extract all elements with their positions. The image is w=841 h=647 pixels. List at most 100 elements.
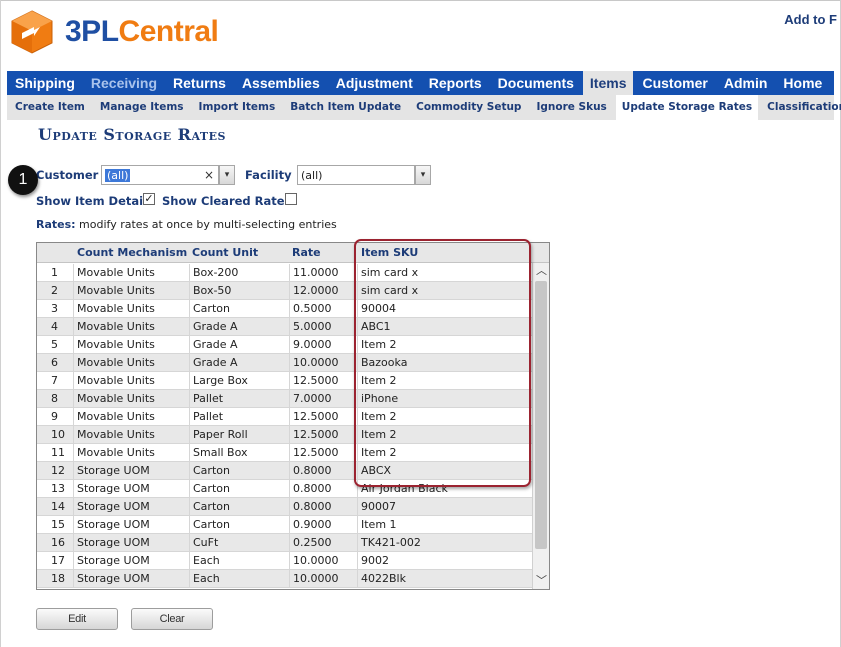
count-unit-cell: Grade A [189, 336, 289, 354]
brand-wordmark: 3PLCentral [65, 15, 219, 49]
scroll-down-icon[interactable]: ﹀ [534, 573, 549, 589]
row-number-cell: 3 [51, 302, 58, 315]
rate-cell: 5.0000 [289, 318, 357, 336]
subnav-update-storage-rates[interactable]: Update Storage Rates [615, 95, 759, 120]
table-row[interactable]: 2 Movable Units Box-50 12.0000 sim card x [37, 282, 532, 300]
table-row[interactable]: 1 Movable Units Box-200 11.0000 sim card x [37, 264, 532, 282]
rate-cell: 7.0000 [289, 390, 357, 408]
rate-cell: 0.2500 [289, 534, 357, 552]
brand-logo[interactable]: 3PLCentral [9, 9, 219, 55]
table-row[interactable]: 17 Storage UOM Each 10.0000 9002 [37, 552, 532, 570]
item-sku-cell: Item 1 [357, 516, 532, 534]
row-number-cell: 17 [51, 554, 65, 567]
count-mechanism-cell: Movable Units [73, 336, 189, 354]
nav-adjustment[interactable]: Adjustment [336, 71, 413, 95]
count-mechanism-cell: Movable Units [73, 300, 189, 318]
nav-customer[interactable]: Customer [642, 71, 707, 95]
column-header-item-sku[interactable]: Item SKU [361, 243, 418, 263]
count-mechanism-cell: Movable Units [73, 426, 189, 444]
table-row[interactable]: 13 Storage UOM Carton 0.8000 Air Jordan Blac… [37, 480, 532, 498]
rates-hint-text: modify rates at once by multi-selecting … [75, 218, 337, 231]
rate-cell: 10.0000 [289, 570, 357, 588]
count-mechanism-cell: Movable Units [73, 318, 189, 336]
table-row[interactable]: 9 Movable Units Pallet 12.5000 Item 2 [37, 408, 532, 426]
customer-dropdown-button[interactable]: ▾ [219, 165, 235, 185]
subnav-manage-items[interactable]: Manage Items [100, 95, 184, 120]
rate-cell: 0.8000 [289, 480, 357, 498]
table-row[interactable]: 5 Movable Units Grade A 9.0000 Item 2 [37, 336, 532, 354]
table-row[interactable]: 12 Storage UOM Carton 0.8000 ABCX [37, 462, 532, 480]
sub-nav: Create Item Manage Items Import Items Ba… [7, 95, 841, 120]
rates-hint: Rates: modify rates at once by multi-sel… [36, 218, 337, 231]
customer-select-value: (all) [105, 169, 131, 182]
count-mechanism-cell: Storage UOM [73, 534, 189, 552]
table-row[interactable]: 8 Movable Units Pallet 7.0000 iPhone [37, 390, 532, 408]
nav-assemblies[interactable]: Assemblies [242, 71, 320, 95]
count-mechanism-cell: Storage UOM [73, 498, 189, 516]
nav-returns[interactable]: Returns [173, 71, 226, 95]
customer-select[interactable]: (all) × [101, 165, 219, 185]
subnav-batch-item-update[interactable]: Batch Item Update [290, 95, 401, 120]
rate-cell: 11.0000 [289, 264, 357, 282]
table-row[interactable]: 16 Storage UOM CuFt 0.2500 TK421-002 [37, 534, 532, 552]
column-header-count-mechanism[interactable]: Count Mechanism [77, 243, 187, 263]
add-to-favorites-link[interactable]: Add to F [784, 12, 837, 27]
table-row[interactable]: 11 Movable Units Small Box 12.5000 Item 2 [37, 444, 532, 462]
count-mechanism-cell: Storage UOM [73, 516, 189, 534]
table-row[interactable]: 3 Movable Units Carton 0.5000 90004 [37, 300, 532, 318]
rate-cell: 12.5000 [289, 372, 357, 390]
subnav-commodity-setup[interactable]: Commodity Setup [416, 95, 521, 120]
clear-button[interactable]: Clear [131, 608, 213, 630]
row-number-cell: 8 [51, 392, 58, 405]
table-row[interactable]: 18 Storage UOM Each 10.0000 4022Blk [37, 570, 532, 588]
nav-home[interactable]: Home [783, 71, 822, 95]
facility-select-value: (all) [301, 169, 323, 182]
item-sku-cell: Item 2 [357, 444, 532, 462]
subnav-create-item[interactable]: Create Item [15, 95, 85, 120]
item-sku-cell: sim card x [357, 264, 532, 282]
subnav-import-items[interactable]: Import Items [199, 95, 276, 120]
table-row[interactable]: 6 Movable Units Grade A 10.0000 Bazooka [37, 354, 532, 372]
table-row[interactable]: 10 Movable Units Paper Roll 12.5000 Item 2 [37, 426, 532, 444]
table-row[interactable]: 7 Movable Units Large Box 12.5000 Item 2 [37, 372, 532, 390]
count-unit-cell: Carton [189, 516, 289, 534]
row-number-cell: 18 [51, 572, 65, 585]
item-sku-cell: ABC1 [357, 318, 532, 336]
count-unit-cell: CuFt [189, 534, 289, 552]
rates-hint-label: Rates: [36, 218, 76, 231]
scroll-thumb[interactable] [535, 281, 547, 549]
row-number-cell: 9 [51, 410, 58, 423]
table-row[interactable]: 15 Storage UOM Carton 0.9000 Item 1 [37, 516, 532, 534]
nav-items[interactable]: Items [582, 71, 634, 95]
window-top-border [0, 0, 841, 6]
rate-cell: 12.5000 [289, 408, 357, 426]
edit-button[interactable]: Edit [36, 608, 118, 630]
clear-icon[interactable]: × [204, 168, 214, 182]
rate-cell: 0.8000 [289, 462, 357, 480]
show-item-detail-checkbox[interactable]: ✓ [143, 193, 155, 205]
window-left-border [0, 0, 1, 647]
nav-shipping[interactable]: Shipping [15, 71, 75, 95]
facility-label: Facility [245, 168, 292, 182]
row-number-cell: 12 [51, 464, 65, 477]
table-row[interactable]: 4 Movable Units Grade A 5.0000 ABC1 [37, 318, 532, 336]
show-cleared-rates-checkbox[interactable] [285, 193, 297, 205]
page-title: Update Storage Rates [38, 125, 226, 144]
table-scrollbar[interactable]: ︿ ﹀ [532, 263, 549, 589]
nav-reports[interactable]: Reports [429, 71, 482, 95]
nav-receiving[interactable]: Receiving [91, 71, 157, 95]
nav-admin[interactable]: Admin [724, 71, 768, 95]
brand-prefix: 3PL [65, 15, 119, 48]
facility-select[interactable]: (all) [297, 165, 415, 185]
column-header-rate[interactable]: Rate [292, 243, 321, 263]
item-sku-cell: 90007 [357, 498, 532, 516]
scroll-up-icon[interactable]: ︿ [534, 263, 549, 279]
nav-documents[interactable]: Documents [498, 71, 574, 95]
column-header-count-unit[interactable]: Count Unit [192, 243, 258, 263]
count-unit-cell: Box-200 [189, 264, 289, 282]
subnav-classification[interactable]: Classification [767, 95, 841, 120]
table-row[interactable]: 14 Storage UOM Carton 0.8000 90007 [37, 498, 532, 516]
facility-dropdown-button[interactable]: ▾ [415, 165, 431, 185]
count-mechanism-cell: Movable Units [73, 354, 189, 372]
subnav-ignore-skus[interactable]: Ignore Skus [536, 95, 606, 120]
